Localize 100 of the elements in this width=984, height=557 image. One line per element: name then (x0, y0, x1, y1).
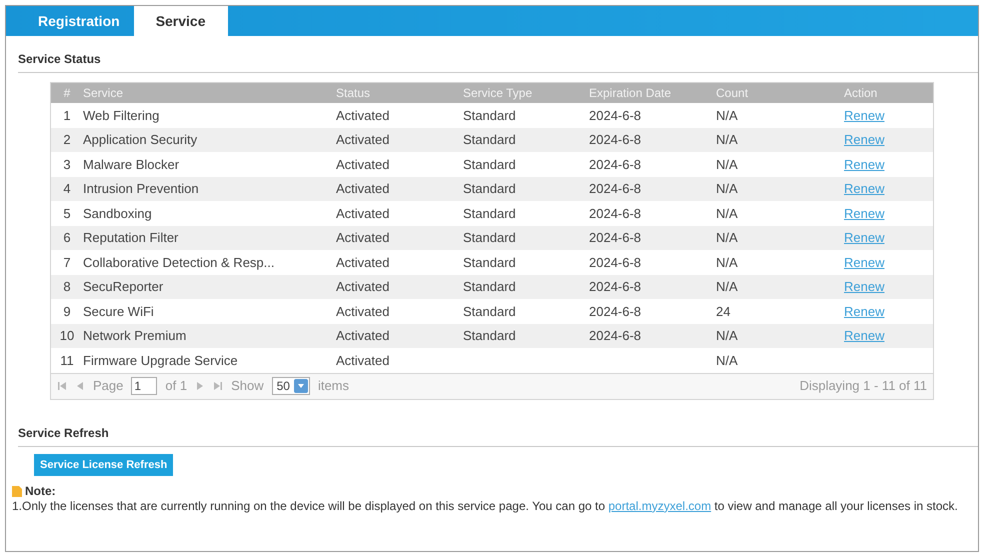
table-cell-text: 2024-6-8 (589, 278, 642, 296)
table-cell-text: 2024-6-8 (589, 327, 642, 345)
table-cell-text: N/A (716, 229, 738, 247)
table-cell-text: 11 (60, 352, 74, 370)
last-page-icon[interactable] (213, 381, 224, 391)
table-cell-text: 10 (60, 327, 74, 345)
show-label: Show (231, 377, 264, 396)
first-page-icon[interactable] (57, 381, 67, 391)
table-cell-text: 2024-6-8 (589, 302, 642, 320)
table-cell-text: N/A (716, 352, 738, 370)
column-header: Expiration Date (589, 85, 672, 102)
table-cell-text: Standard (463, 229, 516, 247)
next-page-icon[interactable] (195, 381, 206, 391)
table-cell-text: N/A (716, 254, 738, 272)
table-cell-text: Activated (336, 180, 390, 198)
table-cell-text: 5 (63, 204, 71, 222)
page-size-select[interactable]: 50 (272, 377, 310, 395)
section-title: Service Status (18, 51, 102, 68)
table-cell-text: Standard (463, 106, 516, 124)
table-cell-text: Standard (463, 156, 516, 174)
table-cell-text: 2024-6-8 (589, 254, 642, 272)
table-cell-text: Standard (463, 254, 516, 272)
table-cell-text: 2024-6-8 (589, 106, 642, 124)
section-title: Service Refresh (18, 424, 110, 442)
table-cell-text: 2 (63, 131, 71, 149)
table-cell-text: N/A (716, 106, 738, 124)
table-cell-text: Standard (463, 278, 516, 296)
table-cell-text: Reputation Filter (83, 229, 178, 247)
column-header: Service Type (463, 85, 534, 102)
table-cell-text: Intrusion Prevention (83, 180, 199, 198)
table-cell-text: Activated (336, 106, 390, 124)
note-title: Note: (25, 484, 56, 499)
renew-link[interactable]: Renew (844, 154, 884, 174)
column-header: Count (716, 85, 750, 102)
renew-link[interactable]: Renew (844, 326, 884, 346)
table-cell-text: Standard (463, 302, 516, 320)
renew-link[interactable]: Renew (844, 302, 884, 321)
table-cell-text: N/A (716, 278, 738, 296)
table-cell-text: 2024-6-8 (589, 156, 642, 174)
table-cell-text: Activated (336, 131, 390, 149)
table-cell-text: N/A (716, 327, 738, 345)
note-icon (12, 486, 22, 497)
table-cell-text: Secure WiFi (83, 302, 154, 320)
renew-link[interactable]: Renew (844, 277, 884, 296)
table-cell-text: Firmware Upgrade Service (83, 352, 238, 370)
table-cell-text: Application Security (83, 131, 198, 149)
column-header: Service (83, 85, 124, 102)
table-cell-text: 2024-6-8 (589, 180, 642, 198)
table-cell-text: 24 (716, 302, 730, 320)
table-cell-text: Standard (463, 204, 516, 222)
renew-link[interactable]: Renew (844, 228, 884, 248)
table-cell-text: Standard (463, 131, 516, 149)
renew-link[interactable]: Renew (844, 106, 884, 125)
note-text: 1.Only the licenses that are currently running on the device will be displayed on this service page. You can go to portal.myzyxel.com to view and manage all your licenses in stock. (12, 498, 959, 514)
tab[interactable]: Service (134, 6, 228, 36)
table-cell-text: Activated (336, 327, 390, 345)
page-label: Page (93, 377, 124, 396)
tab[interactable]: Registration (24, 6, 134, 36)
table-cell-text: Sandboxing (83, 204, 152, 223)
table-cell-text: Activated (336, 156, 390, 174)
table-cell-text: Collaborative Detection & Resp... (83, 254, 274, 272)
table-cell-text: N/A (716, 156, 738, 174)
column-header: Status (336, 85, 372, 102)
table-cell-text: N/A (716, 131, 738, 149)
table-cell-text: Activated (336, 254, 390, 272)
page-input[interactable]: 1 (131, 377, 158, 395)
table-cell-text: 8 (63, 278, 71, 296)
table-cell-text: 1 (63, 106, 71, 124)
table-cell-text: Malware Blocker (83, 156, 180, 174)
table-cell-text: Standard (463, 327, 516, 345)
table-cell-text: 7 (63, 254, 71, 272)
table-cell-text: 9 (63, 302, 71, 320)
table-cell-text: Standard (463, 180, 516, 198)
renew-link[interactable]: Renew (844, 130, 884, 150)
portal-link[interactable]: portal.myzyxel.com (608, 498, 712, 513)
displaying-text: Displaying 1 - 11 of 11 (800, 377, 927, 396)
table-cell-text: Network Premium (83, 327, 186, 345)
table-cell-text: Activated (336, 278, 390, 296)
items-label: items (318, 377, 350, 396)
previous-page-icon[interactable] (75, 381, 85, 391)
license-refresh-button[interactable]: Service License Refresh (34, 454, 174, 476)
column-header: # (62, 85, 72, 102)
table-cell-text: Activated (336, 302, 390, 320)
table-cell-text: 3 (63, 156, 71, 174)
table-cell-text: N/A (716, 180, 738, 198)
table-cell-text: 2024-6-8 (589, 204, 642, 222)
table-cell-text: 2024-6-8 (589, 131, 642, 149)
table-cell-text: N/A (716, 204, 738, 222)
renew-link[interactable]: Renew (844, 204, 884, 223)
page-count: of 1 (165, 377, 188, 396)
table-cell-text: 4 (63, 180, 71, 198)
table-cell-text: 2024-6-8 (589, 229, 642, 247)
table-cell-text: Activated (336, 352, 390, 370)
table-cell-text: 6 (63, 229, 71, 247)
renew-link[interactable]: Renew (844, 252, 884, 272)
dropdown-icon (294, 379, 308, 393)
column-header: Action (844, 85, 878, 102)
renew-link[interactable]: Renew (844, 179, 884, 198)
table-cell-text: Activated (336, 229, 390, 247)
table-cell-text: SecuReporter (83, 278, 164, 296)
